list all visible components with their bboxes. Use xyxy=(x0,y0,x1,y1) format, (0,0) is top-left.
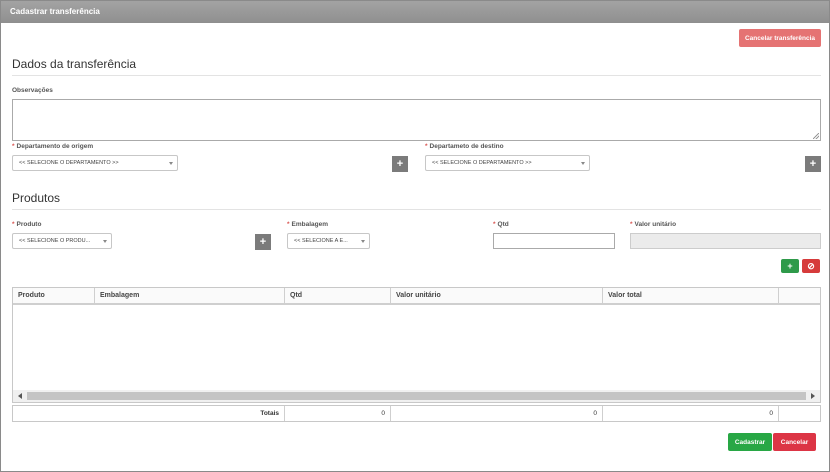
scrollbar-thumb[interactable] xyxy=(27,392,806,400)
scroll-right-icon[interactable] xyxy=(811,393,815,399)
remove-item-button[interactable]: ⊘ xyxy=(802,259,820,273)
plus-icon: + xyxy=(787,261,793,271)
packaging-label: * Embalagem xyxy=(287,221,328,228)
product-label-text: Produto xyxy=(16,221,42,228)
products-grid: Produto Embalagem Qtd Valor unitário Val… xyxy=(12,287,821,403)
submit-button[interactable]: Cadastrar xyxy=(728,433,772,451)
qty-label-text: Qtd xyxy=(497,221,509,228)
packaging-label-text: Embalagem xyxy=(291,221,329,228)
product-label: * Produto xyxy=(12,221,41,228)
resize-grip-icon[interactable] xyxy=(813,133,819,139)
required-marker: * xyxy=(630,221,633,228)
totals-label: Totais xyxy=(13,406,285,421)
add-product-button[interactable]: + xyxy=(255,234,271,250)
products-section-title: Produtos xyxy=(12,191,61,205)
unit-value-label: * Valor unitário xyxy=(630,221,676,228)
unit-value-input xyxy=(630,233,821,249)
cancel-button[interactable]: Cancelar xyxy=(773,433,816,451)
add-item-button[interactable]: + xyxy=(781,259,799,273)
origin-department-select[interactable]: << SELECIONE O DEPARTAMENTO >> xyxy=(12,155,178,171)
notes-label: Observações xyxy=(12,87,53,94)
horizontal-scrollbar[interactable] xyxy=(13,390,820,402)
chevron-down-icon xyxy=(581,162,585,165)
destination-label: * Departameto de destino xyxy=(425,143,504,150)
product-select[interactable]: << SELECIONE O PRODU... xyxy=(12,233,112,249)
required-marker: * xyxy=(12,221,15,228)
total-unit-value: 0 xyxy=(391,406,603,421)
qty-label: * Qtd xyxy=(493,221,509,228)
grid-totals-row: Totais 0 0 0 xyxy=(12,405,821,422)
required-marker: * xyxy=(287,221,290,228)
origin-department-value: << SELECIONE O DEPARTAMENTO >> xyxy=(19,160,119,166)
transfer-section-title: Dados da transferência xyxy=(12,57,137,71)
chevron-down-icon xyxy=(103,240,107,243)
column-header-qty[interactable]: Qtd xyxy=(285,288,391,303)
column-header-packaging[interactable]: Embalagem xyxy=(95,288,285,303)
cancel-transfer-button[interactable]: Cancelar transferência xyxy=(739,29,821,47)
packaging-value: << SELECIONE A E... xyxy=(294,238,348,244)
destination-label-text: Departameto de destino xyxy=(429,143,504,150)
divider xyxy=(12,209,821,210)
origin-label-text: Departamento de origem xyxy=(16,143,94,150)
transfer-dialog: Cadastrar transferência Cancelar transfe… xyxy=(0,0,830,472)
packaging-select[interactable]: << SELECIONE A E... xyxy=(287,233,370,249)
ban-icon: ⊘ xyxy=(807,261,815,271)
qty-input[interactable] xyxy=(493,233,615,249)
origin-label: * Departamento de origem xyxy=(12,143,93,150)
chevron-down-icon xyxy=(361,240,365,243)
dialog-title: Cadastrar transferência xyxy=(1,1,829,23)
required-marker: * xyxy=(425,143,428,150)
total-value: 0 xyxy=(603,406,779,421)
unit-value-label-text: Valor unitário xyxy=(634,221,677,228)
plus-icon: + xyxy=(259,236,267,248)
total-qty: 0 xyxy=(285,406,391,421)
destination-department-select[interactable]: << SELECIONE O DEPARTAMENTO >> xyxy=(425,155,590,171)
add-destination-department-button[interactable]: + xyxy=(805,156,821,172)
add-origin-department-button[interactable]: + xyxy=(392,156,408,172)
column-header-product[interactable]: Produto xyxy=(13,288,95,303)
required-marker: * xyxy=(493,221,496,228)
destination-department-value: << SELECIONE O DEPARTAMENTO >> xyxy=(432,160,532,166)
plus-icon: + xyxy=(809,158,817,170)
scroll-left-icon[interactable] xyxy=(18,393,22,399)
grid-header: Produto Embalagem Qtd Valor unitário Val… xyxy=(13,288,820,305)
required-marker: * xyxy=(12,143,15,150)
column-header-unit-value[interactable]: Valor unitário xyxy=(391,288,603,303)
plus-icon: + xyxy=(396,158,404,170)
column-header-total-value[interactable]: Valor total xyxy=(603,288,779,303)
divider xyxy=(12,75,821,76)
notes-textarea[interactable] xyxy=(12,99,821,141)
chevron-down-icon xyxy=(169,162,173,165)
product-value: << SELECIONE O PRODU... xyxy=(19,238,91,244)
